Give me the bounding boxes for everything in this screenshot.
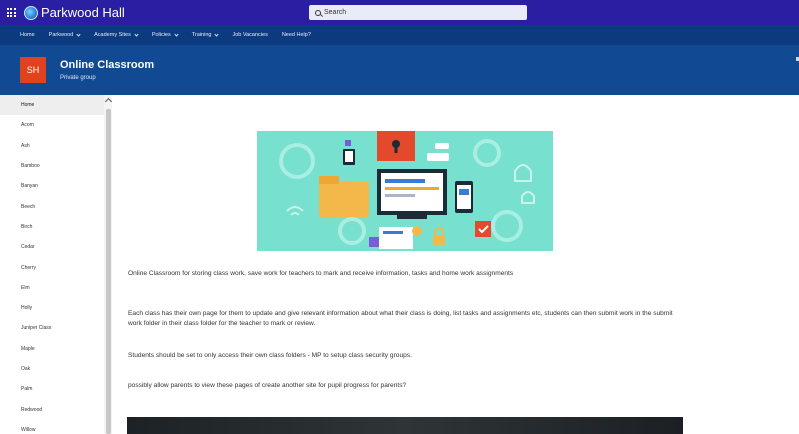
nav-item-cedar[interactable]: Cedar <box>0 237 104 257</box>
site-logo[interactable]: SH <box>20 57 46 83</box>
hubnav-item-job-vacancies[interactable]: Job Vacancies <box>232 32 267 38</box>
nav-item-juniper-class[interactable]: Juniper Class <box>0 318 104 338</box>
content-paragraph: Online Classroom for storing class work,… <box>128 270 514 277</box>
content-paragraph: Each class has their own page for them t… <box>128 310 673 327</box>
hubnav-item-home[interactable]: Home <box>20 32 35 38</box>
embedded-video[interactable] <box>127 417 683 434</box>
nav-item-willow[interactable]: Willow <box>0 420 104 434</box>
nav-item-acorn[interactable]: Acorn <box>0 115 104 135</box>
nav-item-redwood[interactable]: Redwood <box>0 399 104 419</box>
gear-icon <box>338 217 366 245</box>
globe-logo-icon <box>24 5 38 20</box>
hubnav-label: Policies <box>151 32 171 38</box>
hubnav-label: Need Help? <box>281 32 311 38</box>
scroll-thumb[interactable] <box>105 109 111 434</box>
chevron-down-icon <box>76 31 81 37</box>
padlock-outline-icon <box>514 164 532 182</box>
play-icon <box>369 237 379 247</box>
padlock-icon <box>433 235 445 245</box>
nav-item-ash[interactable]: Ash <box>0 136 104 156</box>
checkbox-icon <box>475 221 491 237</box>
nav-item-beech[interactable]: Beech <box>0 196 104 216</box>
content-paragraph: possibly allow parents to view these pag… <box>128 382 407 389</box>
nav-item-holly[interactable]: Holly <box>0 298 104 318</box>
tablet-screen <box>345 151 353 162</box>
hubnav-label: Parkwood <box>48 32 74 38</box>
padlock-shackle <box>434 227 444 235</box>
site-header: SH Online Classroom Private group <box>0 45 799 95</box>
site-privacy-label: Private group <box>60 75 96 81</box>
badge-icon <box>345 140 351 146</box>
search-input[interactable]: Search <box>324 9 346 16</box>
nav-item-home[interactable]: Home <box>0 95 104 116</box>
nav-item-oak[interactable]: Oak <box>0 359 104 379</box>
phone-screen-block <box>459 189 469 195</box>
hubnav-label: Academy Sites <box>94 32 131 38</box>
document-card <box>379 227 413 249</box>
hubnav-item-need-help[interactable]: Need Help? <box>282 32 311 38</box>
wifi-icon <box>286 206 304 216</box>
gear-icon <box>473 139 501 167</box>
screen-bar <box>385 194 415 197</box>
nav-item-birch[interactable]: Birch <box>0 217 104 237</box>
monitor-screen <box>381 173 443 211</box>
suite-bar: Parkwood Hall Search <box>0 0 799 25</box>
chevron-down-icon <box>174 31 179 37</box>
nav-item-palm[interactable]: Palm <box>0 379 104 399</box>
screen-bar <box>385 187 439 190</box>
nav-scrollbar[interactable] <box>104 95 112 434</box>
gear-icon <box>279 143 315 179</box>
folder-icon <box>319 181 369 217</box>
nav-item-elm[interactable]: Elm <box>0 278 104 298</box>
coin-icon <box>412 226 422 236</box>
site-title[interactable]: Online Classroom <box>60 59 154 71</box>
brand-link[interactable]: Parkwood Hall <box>24 5 125 20</box>
online-classroom-illustration <box>279 131 535 249</box>
gear-icon <box>491 210 523 242</box>
folder-tab <box>319 176 339 184</box>
padlock-outline-icon <box>521 191 535 204</box>
site-logo-initials: SH <box>26 65 40 75</box>
search-box[interactable]: Search <box>309 5 527 20</box>
chevron-down-icon <box>214 31 220 37</box>
monitor-stand <box>397 215 427 219</box>
hero-image <box>257 131 553 251</box>
chevron-down-icon <box>134 31 139 37</box>
hubnav-item-policies[interactable]: Policies <box>151 31 179 38</box>
nav-list: Home Acorn Ash Bamboo Banyan Beech Birch… <box>0 95 104 434</box>
scroll-up-arrow-icon[interactable] <box>104 97 112 106</box>
phone-screen <box>457 185 471 209</box>
nav-item-maple[interactable]: Maple <box>0 339 104 359</box>
screen-bar <box>385 179 425 183</box>
hubnav-item-training[interactable]: Training <box>191 31 220 38</box>
chat-bubble-icon <box>427 153 449 161</box>
main-content: Online Classroom for storing class work,… <box>112 95 799 434</box>
hubnav-label: Job Vacancies <box>232 32 268 38</box>
hubnav-label: Training <box>191 32 212 38</box>
brand-name: Parkwood Hall <box>41 5 125 20</box>
hubnav-item-parkwood[interactable]: Parkwood <box>48 31 81 38</box>
keyhole-icon-stem <box>394 145 398 153</box>
card-bar <box>383 231 403 234</box>
chat-bubble-icon <box>435 143 449 149</box>
nav-item-cherry[interactable]: Cherry <box>0 257 104 277</box>
content-paragraph: Students should be set to only access th… <box>128 352 412 359</box>
nav-item-bamboo[interactable]: Bamboo <box>0 156 104 176</box>
hubnav-label: Home <box>20 32 35 38</box>
search-icon <box>315 9 321 16</box>
hubnav-item-academy-sites[interactable]: Academy Sites <box>94 31 139 38</box>
left-navigation: Home Acorn Ash Bamboo Banyan Beech Birch… <box>0 95 112 434</box>
waffle-icon[interactable] <box>0 0 22 25</box>
nav-item-banyan[interactable]: Banyan <box>0 176 104 196</box>
hub-navigation: Home Parkwood Academy Sites Policies Tra… <box>0 25 799 45</box>
